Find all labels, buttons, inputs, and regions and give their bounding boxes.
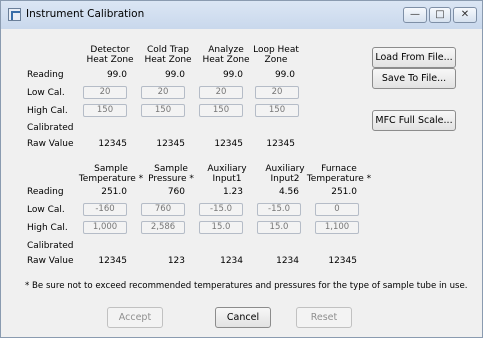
minimize-button[interactable]: — [403,7,427,23]
high-cal-field[interactable]: 150 [83,104,127,117]
label-raw-1: Raw Value [27,139,74,149]
reading-value: 4.56 [278,187,299,197]
instrument-icon [8,8,21,21]
raw-value: 1234 [276,256,299,266]
col-header-sample-pressure: Sample Pressure * [148,164,194,184]
raw-value: 12345 [98,139,127,149]
high-cal-field[interactable]: 150 [141,104,185,117]
reading-value: 99.0 [274,70,295,80]
reading-value: 99.0 [164,70,185,80]
accept-button[interactable]: Accept [107,307,163,328]
raw-value: 12345 [98,256,127,266]
raw-value: 1234 [220,256,243,266]
low-cal-field[interactable]: 20 [141,86,185,99]
col-header-sample-temperature: Sample Temperature * [78,164,144,184]
reading-value: 99.0 [106,70,127,80]
high-cal-field[interactable]: 15.0 [257,221,301,234]
reading-value: 251.0 [101,187,127,197]
low-cal-field[interactable]: -160 [83,203,127,216]
high-cal-field[interactable]: 1,000 [83,221,127,234]
mfc-full-scale-button[interactable]: MFC Full Scale... [372,110,456,131]
reading-value: 760 [167,187,185,197]
low-cal-field[interactable]: 20 [255,86,299,99]
label-low-cal-2: Low Cal. [27,205,65,215]
raw-value: 12345 [266,139,295,149]
reading-value: 99.0 [222,70,243,80]
label-high-cal-1: High Cal. [27,106,68,116]
low-cal-field[interactable]: 20 [199,86,243,99]
label-reading-2: Reading [27,187,64,197]
reading-value: 251.0 [331,187,357,197]
reading-value: 1.23 [222,187,243,197]
col-header-detector: Detector Heat Zone [86,45,134,65]
col-header-cold-trap: Cold Trap Heat Zone [144,45,192,65]
col-header-furnace-temperature: Furnace Temperature * [306,164,372,184]
maximize-button[interactable]: □ [429,7,451,23]
label-low-cal-1: Low Cal. [27,88,65,98]
low-cal-field[interactable]: 760 [141,203,185,216]
col-header-auxiliary-input1: Auxiliary Input1 [207,164,247,184]
raw-value: 12345 [328,256,357,266]
load-from-file-button[interactable]: Load From File... [372,47,456,68]
label-reading-1: Reading [27,70,64,80]
reset-button[interactable]: Reset [296,307,352,328]
low-cal-field[interactable]: -15.0 [257,203,301,216]
col-header-loop-heat: Loop Heat Zone [253,45,299,65]
high-cal-field[interactable]: 15.0 [199,221,243,234]
high-cal-field[interactable]: 1,100 [315,221,359,234]
label-calibrated-1: Calibrated [27,123,74,133]
cancel-button[interactable]: Cancel [215,307,271,328]
save-to-file-button[interactable]: Save To File... [372,68,456,89]
low-cal-field[interactable]: 0 [315,203,359,216]
label-high-cal-2: High Cal. [27,223,68,233]
low-cal-field[interactable]: -15.0 [199,203,243,216]
window-title: Instrument Calibration [26,8,145,20]
calibration-window: Instrument Calibration — □ ✕ Detector Hea… [0,0,483,338]
low-cal-field[interactable]: 20 [83,86,127,99]
high-cal-field[interactable]: 2,586 [141,221,185,234]
high-cal-field[interactable]: 150 [255,104,299,117]
title-bar: Instrument Calibration — □ ✕ [1,1,482,29]
warning-note: * Be sure not to exceed recommended temp… [25,281,468,291]
raw-value: 12345 [156,139,185,149]
raw-value: 12345 [214,139,243,149]
label-raw-2: Raw Value [27,256,74,266]
close-button[interactable]: ✕ [453,7,477,23]
raw-value: 123 [167,256,185,266]
label-calibrated-2: Calibrated [27,241,74,251]
high-cal-field[interactable]: 150 [199,104,243,117]
